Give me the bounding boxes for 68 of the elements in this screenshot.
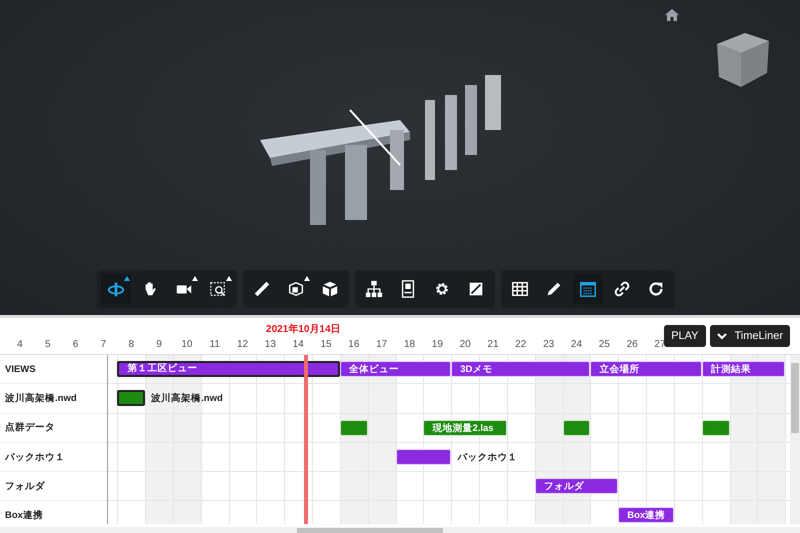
fullscreen-icon: [467, 280, 485, 298]
day-number: 4: [17, 339, 23, 350]
scrollbar-thumb[interactable]: [791, 363, 799, 433]
day-number: 23: [543, 339, 554, 350]
timeline-bar[interactable]: 3Dメモ: [451, 361, 590, 377]
day-number: 25: [598, 339, 610, 350]
day-number: 14: [292, 339, 304, 350]
day-number: 5: [44, 339, 51, 350]
pencil-icon: [545, 280, 563, 298]
day-number: 26: [626, 339, 638, 350]
timeline-bar[interactable]: [117, 390, 146, 406]
orbit-button[interactable]: [101, 274, 131, 304]
flyout-triangle-icon: [226, 276, 232, 281]
current-date-label: 2021年10月14日: [266, 322, 341, 336]
home-icon[interactable]: [665, 9, 679, 21]
zoom-window-icon: [209, 280, 227, 298]
calendar-button[interactable]: [573, 274, 603, 304]
timeline-bar[interactable]: 現地測量2.las: [423, 420, 507, 436]
bar-label: バックホウ１: [457, 450, 518, 464]
day-number: 19: [432, 339, 443, 350]
scrollbar-thumb[interactable]: [297, 528, 443, 533]
properties-icon: [399, 280, 417, 298]
row-label[interactable]: 点群データ: [0, 414, 107, 443]
ruler-icon: [253, 280, 271, 298]
play-button[interactable]: PLAY: [664, 325, 706, 347]
flyout-triangle-icon: [124, 276, 130, 281]
day-number: 13: [264, 339, 276, 350]
row-label[interactable]: バックホウ１: [0, 442, 107, 472]
timeline-bar[interactable]: Box連携: [618, 507, 674, 524]
gear-icon: [433, 280, 451, 298]
flyout-triangle-icon: [304, 276, 310, 281]
flyout-triangle-icon: [192, 276, 198, 281]
day-number: 21: [487, 339, 499, 350]
day-number: 9: [156, 339, 162, 350]
day-number: 7: [100, 339, 106, 350]
refresh-icon: [647, 280, 665, 298]
day-number: 24: [570, 339, 582, 350]
link-icon: [613, 280, 631, 298]
calendar-icon: [579, 280, 597, 298]
timeline-bar[interactable]: 計測結果: [702, 361, 786, 377]
day-number: 17: [376, 339, 388, 350]
day-number: 6: [72, 339, 78, 350]
vertical-scrollbar[interactable]: [790, 355, 800, 524]
3d-viewport[interactable]: [0, 0, 800, 315]
chevron-down-icon: [716, 332, 726, 340]
table-icon: [511, 280, 529, 298]
day-number: 15: [320, 339, 332, 350]
day-number: 22: [515, 339, 526, 350]
row-label[interactable]: 波川高架橋.nwd: [0, 384, 107, 414]
explode-icon: [321, 280, 339, 298]
row-label[interactable]: VIEWS: [0, 355, 107, 384]
day-number: 12: [236, 339, 248, 350]
bar-label: 波川高架橋.nwd: [151, 392, 223, 406]
timeline-bar[interactable]: フォルダ: [534, 478, 618, 494]
timeline-bar[interactable]: 立会場所: [590, 361, 702, 377]
day-number: 11: [210, 339, 220, 350]
row-label[interactable]: フォルダ: [0, 472, 107, 502]
day-number: 20: [460, 339, 471, 350]
day-number: 8: [128, 339, 134, 350]
timeliner-toggle-button[interactable]: TimeLiner: [710, 325, 790, 347]
timeline-bar[interactable]: 第１工区ビュー: [117, 361, 340, 377]
day-number: 10: [181, 339, 192, 350]
timeline-bar[interactable]: 全体ビュー: [340, 361, 452, 377]
day-number: 18: [404, 339, 416, 350]
tree-icon: [365, 280, 383, 298]
day-number: 16: [348, 339, 360, 350]
orbit-icon: [107, 280, 125, 298]
section-icon: [287, 280, 305, 298]
